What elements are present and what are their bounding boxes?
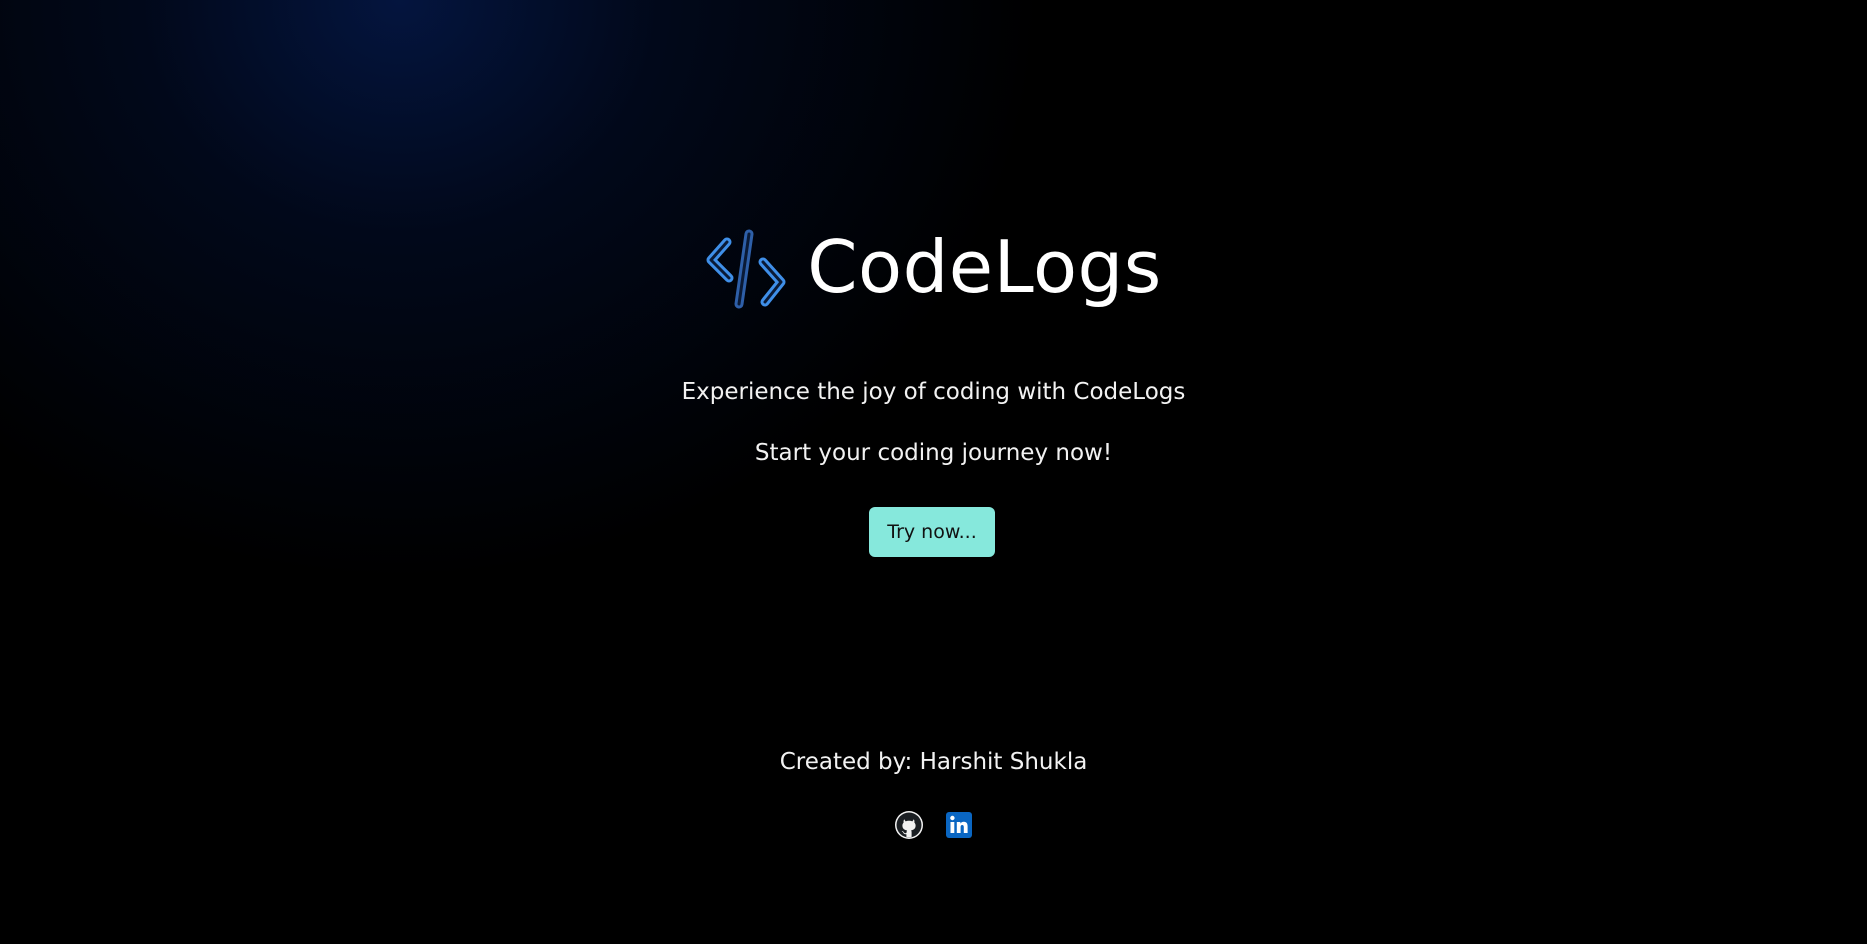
- hero-tagline: Experience the joy of coding with CodeLo…: [681, 379, 1186, 405]
- hero-section: CodeLogs Experience the joy of coding wi…: [0, 0, 1867, 944]
- try-now-button[interactable]: Try now...: [869, 507, 995, 557]
- hero-subtagline: Start your coding journey now!: [754, 440, 1113, 466]
- github-link[interactable]: [894, 810, 924, 840]
- creator-credit: Created by: Harshit Shukla: [779, 749, 1088, 775]
- brand-header: CodeLogs: [0, 228, 1867, 310]
- github-icon: [894, 811, 923, 839]
- linkedin-link[interactable]: [944, 810, 974, 840]
- linkedin-icon: [945, 812, 972, 838]
- brand-name: CodeLogs: [807, 225, 1162, 309]
- code-brackets-icon: [706, 229, 786, 309]
- social-links: [0, 810, 1867, 840]
- landing-page: CodeLogs Experience the joy of coding wi…: [0, 0, 1867, 944]
